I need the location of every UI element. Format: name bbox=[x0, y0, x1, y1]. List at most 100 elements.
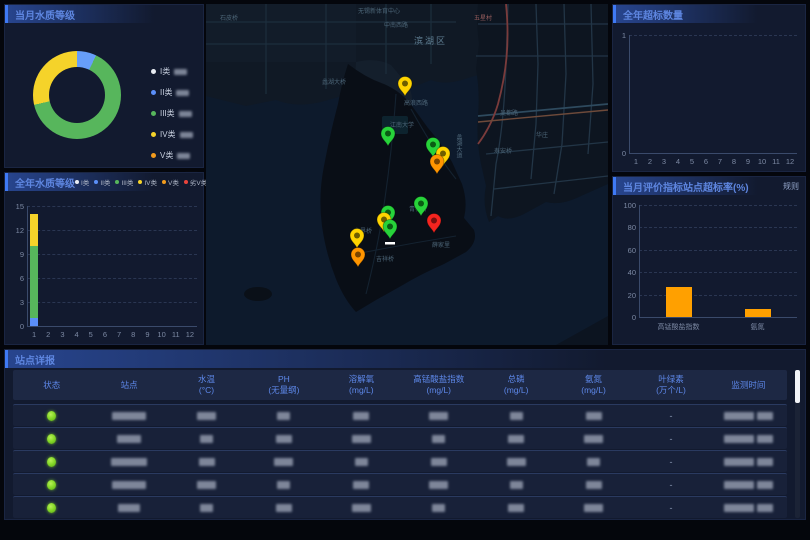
cell-value bbox=[245, 481, 322, 489]
bar-高锰酸盐指数[interactable] bbox=[666, 287, 692, 317]
table-scrollbar-track[interactable] bbox=[795, 370, 800, 518]
legend-label: 劣V类 bbox=[190, 177, 207, 187]
redacted-value bbox=[353, 412, 369, 420]
cell-chlorophyll: - bbox=[632, 411, 709, 421]
table-row[interactable]: - bbox=[13, 404, 787, 426]
table-row[interactable]: - bbox=[13, 427, 787, 449]
panel-station-table-header: 站点详报 bbox=[5, 350, 805, 368]
legend-item-I类[interactable]: I类 bbox=[75, 177, 89, 187]
redacted-value bbox=[757, 481, 773, 489]
cell-value bbox=[168, 481, 245, 489]
y-tick-label: 15 bbox=[6, 202, 24, 211]
redacted-value bbox=[274, 458, 293, 466]
legend-item-V类[interactable]: V类 bbox=[162, 177, 179, 187]
legend-item-劣V类[interactable]: 劣V类 bbox=[184, 177, 207, 187]
legend-item-V类[interactable]: V类 bbox=[151, 145, 198, 166]
cell-value bbox=[168, 412, 245, 420]
column-header-氨氮: 氨氮(mg/L) bbox=[555, 374, 632, 396]
month-rate-chart-area[interactable]: 020406080100高锰酸盐指数氨氮 bbox=[613, 195, 805, 346]
cell-status bbox=[13, 434, 90, 444]
rules-link[interactable]: 规则 bbox=[783, 181, 799, 192]
gridline-100 bbox=[639, 205, 797, 206]
legend-dot bbox=[151, 90, 156, 95]
x-tick-label: 12 bbox=[783, 157, 797, 166]
x-axis bbox=[639, 317, 797, 318]
y-tick-label: 0 bbox=[608, 149, 626, 158]
cell-time bbox=[710, 412, 787, 420]
bar-氨氮[interactable] bbox=[745, 309, 771, 317]
x-tick-label: 4 bbox=[70, 330, 84, 339]
x-tick-label: 5 bbox=[685, 157, 699, 166]
legend-item-IV类[interactable]: IV类 bbox=[151, 124, 198, 145]
redacted-value bbox=[118, 504, 140, 512]
cell-value bbox=[323, 435, 400, 443]
cell-value bbox=[400, 435, 477, 443]
legend-item-II类[interactable]: II类 bbox=[151, 82, 198, 103]
redacted-value bbox=[724, 458, 754, 466]
table-row[interactable]: - bbox=[13, 496, 787, 518]
bar-segment-III类[interactable] bbox=[30, 246, 38, 318]
redacted-value bbox=[429, 412, 448, 420]
status-indicator bbox=[47, 411, 56, 421]
map-canvas[interactable]: 石皮桥无锡新体育中心中南西路滨湖区五星村蠡湖大桥高浪西路江南大学吴都路华庄寿安桥… bbox=[206, 4, 608, 345]
legend-item-IV类[interactable]: IV类 bbox=[138, 177, 157, 187]
map-label: 江南大学 bbox=[390, 121, 414, 129]
x-tick-label: 7 bbox=[112, 330, 126, 339]
status-indicator bbox=[47, 434, 56, 444]
y-tick-label: 0 bbox=[6, 322, 24, 331]
cell-value bbox=[245, 412, 322, 420]
legend-label: I类 bbox=[160, 66, 170, 77]
cell-status bbox=[13, 480, 90, 490]
year-grade-chart-area[interactable]: 03691215123456789101112 bbox=[5, 191, 203, 346]
cell-value bbox=[323, 481, 400, 489]
cell-time bbox=[710, 481, 787, 489]
legend-item-III类[interactable]: III类 bbox=[115, 177, 133, 187]
map-label: 华庄 bbox=[536, 131, 548, 139]
map-label: 吴都路 bbox=[500, 109, 518, 117]
legend-item-II类[interactable]: II类 bbox=[94, 177, 110, 187]
donut-chart[interactable] bbox=[33, 51, 121, 139]
cell-station bbox=[90, 435, 167, 443]
cell-status bbox=[13, 457, 90, 467]
selected-pin-marker bbox=[385, 242, 395, 245]
gridline-15 bbox=[27, 206, 197, 207]
redacted-value bbox=[276, 504, 292, 512]
y-tick-label: 100 bbox=[618, 201, 636, 210]
redacted-value bbox=[432, 435, 445, 443]
column-header-水温: 水温(°C) bbox=[168, 374, 245, 396]
panel-month-water-grade: 当月水质等级 I类II类III类IV类V类劣V类 bbox=[4, 4, 204, 168]
x-axis bbox=[629, 153, 797, 154]
x-tick-label: 1 bbox=[629, 157, 643, 166]
y-tick-label: 6 bbox=[6, 274, 24, 283]
x-tick-label: 1 bbox=[27, 330, 41, 339]
redacted-value bbox=[724, 504, 754, 512]
table-header-row: 状态站点水温(°C)PH(无量纲)溶解氧(mg/L)高锰酸盐指数(mg/L)总磷… bbox=[13, 370, 787, 400]
cell-chlorophyll: - bbox=[632, 457, 709, 467]
redacted-value bbox=[724, 412, 754, 420]
x-tick-label: 2 bbox=[643, 157, 657, 166]
table-row[interactable]: - bbox=[13, 450, 787, 472]
cell-value bbox=[477, 412, 554, 420]
cell-value bbox=[400, 481, 477, 489]
legend-item-I类[interactable]: I类 bbox=[151, 61, 198, 82]
map-island bbox=[244, 287, 272, 301]
x-tick-label: 6 bbox=[699, 157, 713, 166]
legend-dot bbox=[94, 180, 98, 184]
table-row[interactable]: - bbox=[13, 473, 787, 495]
x-axis bbox=[27, 326, 197, 327]
y-tick-label: 1 bbox=[608, 31, 626, 40]
redacted-value bbox=[431, 458, 447, 466]
panel-month-rate: 当月评价指标站点超标率(%) 规则 020406080100高锰酸盐指数氨氮 bbox=[612, 176, 806, 345]
legend-item-III类[interactable]: III类 bbox=[151, 103, 198, 124]
gridline-20 bbox=[639, 295, 797, 296]
cell-value bbox=[323, 504, 400, 512]
map-label: 滨湖区 bbox=[414, 35, 447, 46]
legend-label: III类 bbox=[121, 177, 133, 187]
table-scrollbar-thumb[interactable] bbox=[795, 370, 800, 403]
panel-month-water-grade-header: 当月水质等级 bbox=[5, 5, 203, 23]
bar-segment-IV类[interactable] bbox=[30, 214, 38, 246]
bar-segment-II类[interactable] bbox=[30, 318, 38, 326]
map-urban-blocks bbox=[206, 4, 356, 62]
redacted-value bbox=[277, 481, 290, 489]
year-exceed-chart-area[interactable]: 10123456789101112 bbox=[613, 23, 805, 173]
